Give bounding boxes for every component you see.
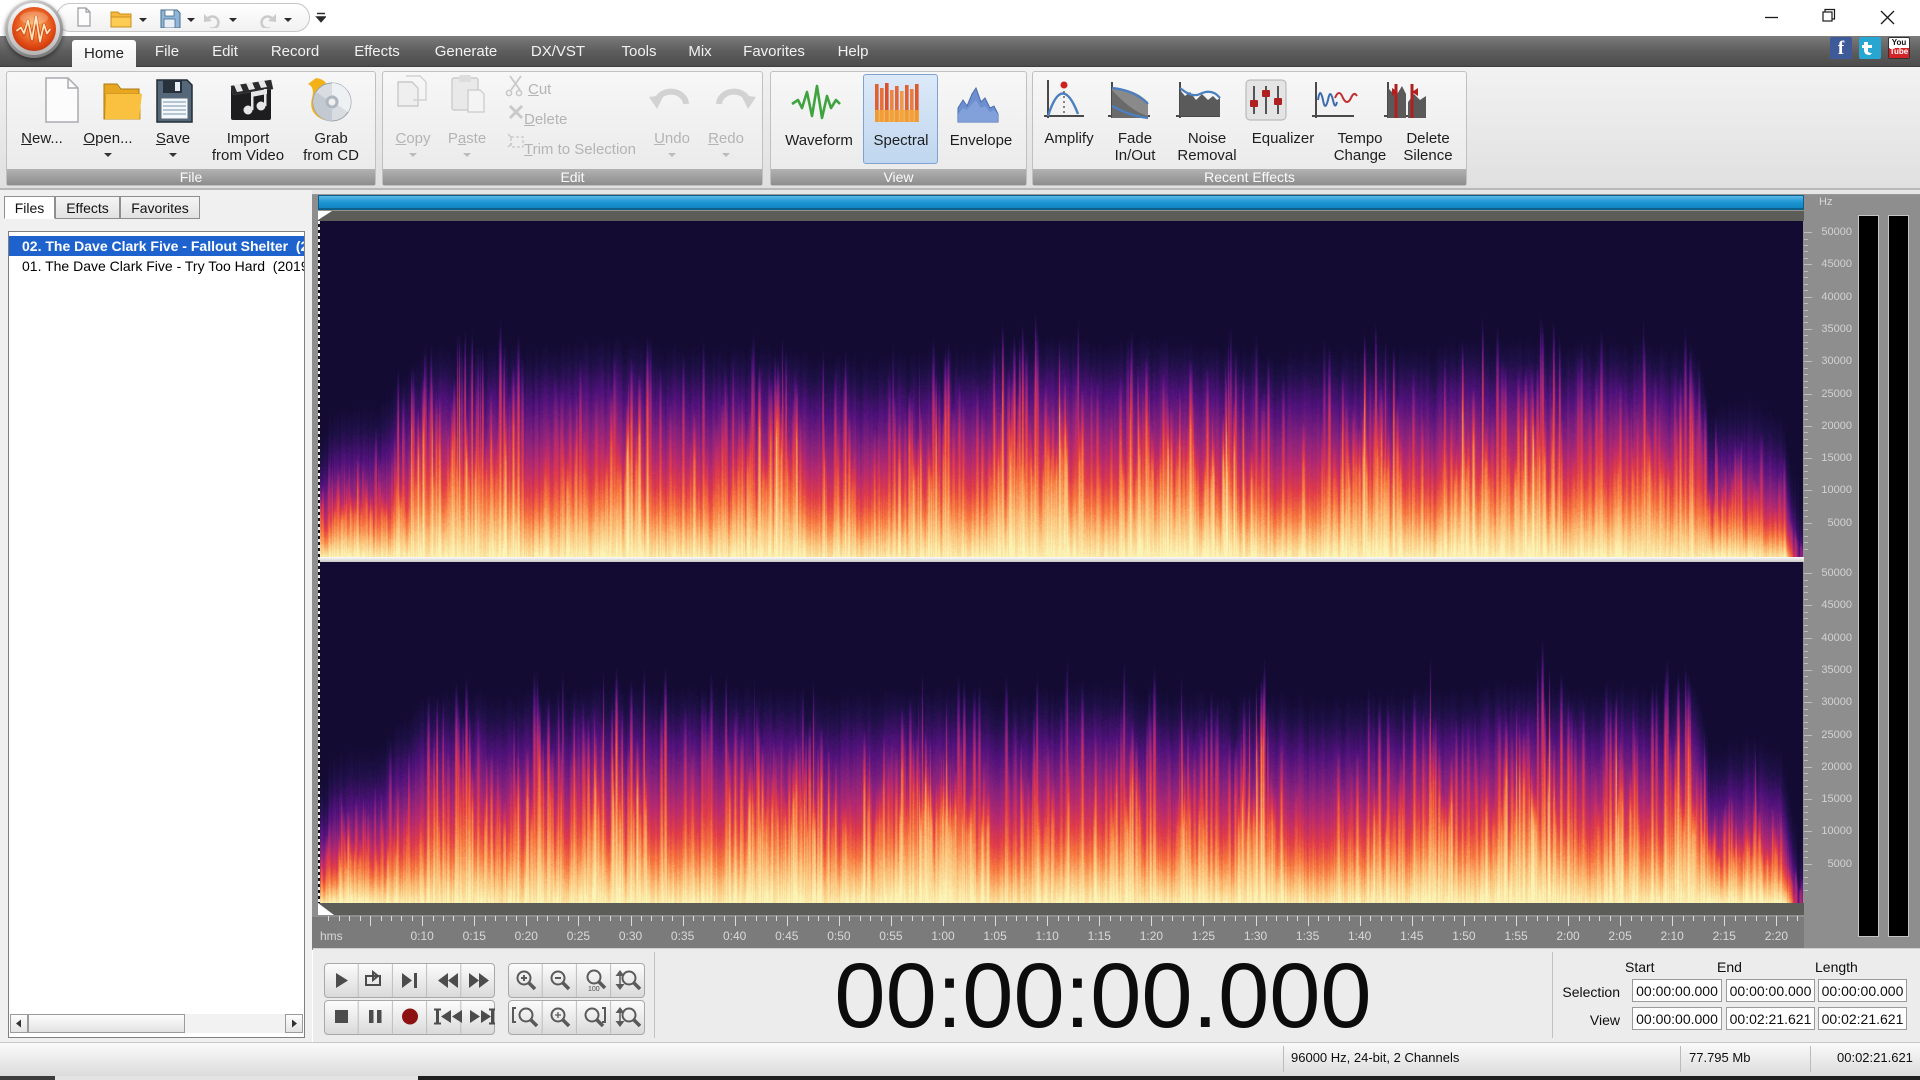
- svg-text:100: 100: [588, 986, 600, 993]
